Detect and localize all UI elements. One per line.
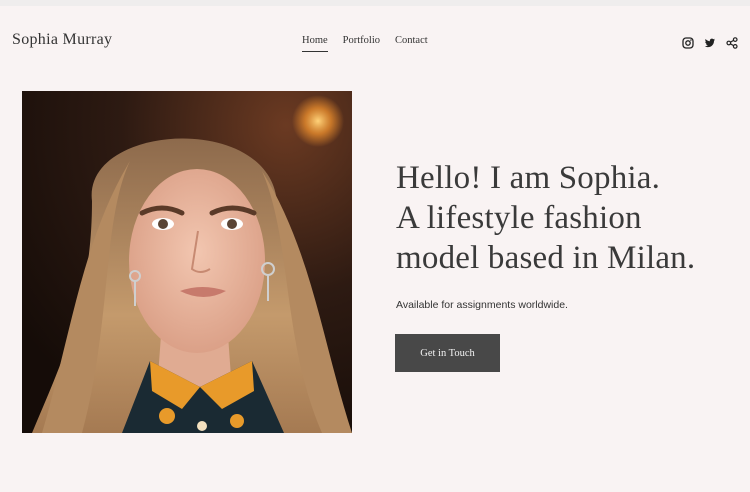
headline-line-3: model based in Milan. [396,240,696,276]
headline-line-2: A lifestyle fashion [396,200,642,236]
get-in-touch-button[interactable]: Get in Touch [395,334,500,372]
share-icon[interactable] [726,36,738,49]
social-links [682,36,738,49]
portrait-photo [22,91,352,433]
site-logo[interactable]: Sophia Murray [12,31,112,49]
nav-contact[interactable]: Contact [395,35,428,52]
nav-home[interactable]: Home [302,35,328,52]
hero-headline: Hello! I am Sophia. A lifestyle fashion … [396,158,736,278]
hero-subtitle: Available for assignments worldwide. [396,299,568,311]
headline-line-1: Hello! I am Sophia. [396,160,661,196]
top-strip [0,0,750,6]
instagram-icon[interactable] [682,36,694,49]
main-nav: Home Portfolio Contact [302,35,443,52]
twitter-icon[interactable] [704,36,716,48]
nav-portfolio[interactable]: Portfolio [343,35,380,52]
